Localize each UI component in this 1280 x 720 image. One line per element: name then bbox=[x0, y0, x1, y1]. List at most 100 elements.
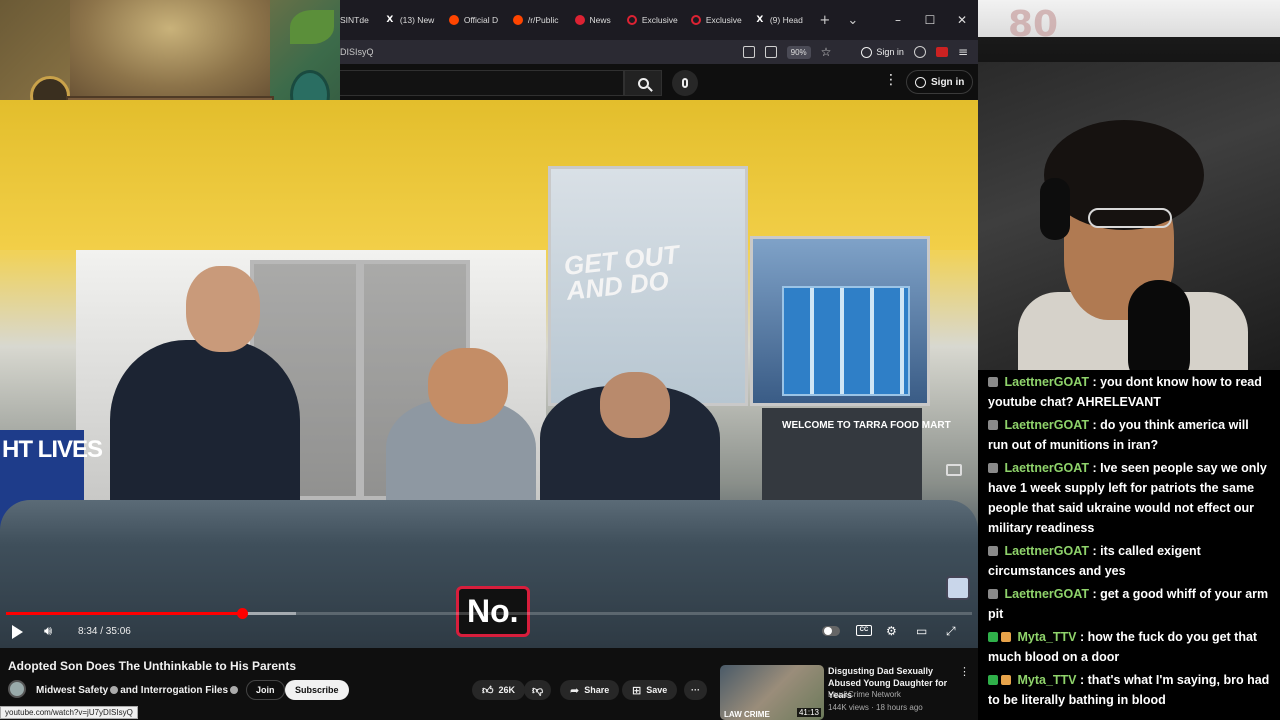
chat-message: LaettnerGOAT : Ive seen people say we on… bbox=[988, 458, 1270, 538]
minimize-icon[interactable]: – bbox=[882, 13, 914, 27]
extensions-icon[interactable] bbox=[913, 46, 926, 58]
player-controls: 🔊︎ 8:34 / 35:06 CC ⚙ ▭ ⤢ bbox=[0, 604, 978, 648]
browser-sign-in[interactable]: Sign in bbox=[861, 46, 904, 58]
new-tab-button[interactable]: + bbox=[811, 13, 839, 28]
microphone-icon bbox=[682, 78, 688, 88]
chat-message: Myta_TTV : how the fuck do you get that … bbox=[988, 627, 1270, 667]
settings-gear-icon[interactable]: ⚙ bbox=[886, 624, 897, 638]
maximize-icon[interactable]: ☐ bbox=[914, 13, 946, 27]
tab-label: Official D bbox=[463, 15, 499, 25]
bookmark-star-icon[interactable]: ☆ bbox=[821, 45, 832, 59]
autoplay-toggle[interactable] bbox=[822, 626, 840, 636]
browser-tab[interactable]: Exclusive bbox=[683, 5, 747, 35]
more-actions-button[interactable]: ··· bbox=[684, 680, 707, 700]
captions-icon[interactable]: CC bbox=[856, 625, 872, 636]
browser-tab[interactable]: X (13) New bbox=[377, 5, 441, 35]
more-options-icon[interactable]: ⋮ bbox=[959, 665, 970, 678]
channel-avatar[interactable] bbox=[8, 680, 26, 698]
chat-username[interactable]: LaettnerGOAT bbox=[1004, 375, 1089, 389]
chat-username[interactable]: LaettnerGOAT bbox=[1004, 461, 1089, 475]
browser-tab[interactable]: X (9) Head bbox=[747, 5, 811, 35]
video-info: Adopted Son Does The Unthinkable to His … bbox=[0, 648, 978, 720]
extension-badge-icon[interactable] bbox=[935, 47, 948, 57]
share-button[interactable]: ➦ Share bbox=[560, 680, 620, 700]
x-logo-icon: X bbox=[756, 15, 764, 25]
recommended-views: 144K views · 18 hours ago bbox=[828, 703, 923, 712]
chat-username[interactable]: LaettnerGOAT bbox=[1004, 587, 1089, 601]
browser-tab[interactable]: Official D bbox=[441, 5, 505, 35]
tab-list-button[interactable]: ⌄ bbox=[839, 13, 867, 28]
miniplayer-icon[interactable] bbox=[946, 464, 962, 476]
recommended-channel[interactable]: Law&Crime Network bbox=[828, 690, 901, 699]
channel-name-main: Midwest Safety bbox=[36, 685, 109, 696]
youtube-header: ⋮ Sign in bbox=[340, 64, 978, 100]
close-icon[interactable]: ✕ bbox=[946, 13, 978, 27]
progress-scrubber[interactable] bbox=[237, 608, 248, 619]
chat-panel: LaettnerGOAT : you dont know how to read… bbox=[978, 370, 1280, 720]
menu-icon[interactable]: ≡ bbox=[958, 45, 968, 59]
volume-icon[interactable]: 🔊︎ bbox=[44, 624, 52, 639]
thumbnail-logo: LAW CRIME bbox=[724, 709, 770, 719]
browser-tab[interactable]: /r/Public bbox=[505, 5, 567, 35]
chat-username[interactable]: Myta_TTV bbox=[1017, 630, 1076, 644]
video-scene-sign-text: WELCOME TO TARRA FOOD MART bbox=[782, 420, 951, 431]
window-controls: – ☐ ✕ bbox=[882, 0, 978, 40]
video-scene-display bbox=[782, 286, 910, 396]
chat-badge-icon bbox=[988, 675, 998, 685]
share-icon: ➦ bbox=[570, 683, 580, 697]
save-page-icon[interactable] bbox=[764, 46, 777, 58]
more-options-icon[interactable]: ⋮ bbox=[884, 72, 898, 88]
browser-tab[interactable]: News bbox=[567, 5, 619, 35]
dislike-button[interactable]: 👎︎ bbox=[524, 680, 552, 700]
fullscreen-icon[interactable]: ⤢ bbox=[946, 624, 956, 639]
loading-icon bbox=[626, 15, 637, 25]
youtube-sign-in-label: Sign in bbox=[931, 76, 965, 88]
browser-tab[interactable]: Exclusive bbox=[619, 5, 683, 35]
channel-name[interactable]: Midwest Safety and Interrogation Files bbox=[36, 685, 240, 696]
reddit-logo-icon bbox=[512, 15, 523, 25]
play-icon[interactable] bbox=[12, 625, 23, 639]
search-icon bbox=[637, 77, 649, 89]
youtube-sign-in-button[interactable]: Sign in bbox=[906, 70, 974, 94]
search-input[interactable] bbox=[340, 70, 624, 96]
headphones bbox=[1040, 178, 1070, 240]
channel-name-suffix: and Interrogation Files bbox=[120, 685, 229, 696]
zoom-level[interactable]: 90% bbox=[786, 45, 811, 59]
tab-label: Exclusive bbox=[705, 15, 742, 25]
channel-watermark[interactable] bbox=[946, 576, 970, 600]
chat-message: LaettnerGOAT : you dont know how to read… bbox=[988, 372, 1270, 412]
chat-username[interactable]: LaettnerGOAT bbox=[1004, 418, 1089, 432]
tab-label: (9) Head bbox=[769, 15, 803, 25]
overlay-decoration: 80 bbox=[1008, 4, 1059, 45]
subscribe-button[interactable]: Subscribe bbox=[285, 680, 349, 700]
save-icon: ⊞ bbox=[632, 683, 642, 697]
join-button[interactable]: Join bbox=[246, 680, 285, 700]
save-button[interactable]: ⊞ Save bbox=[622, 680, 678, 700]
chat-badge-icon bbox=[988, 377, 998, 387]
save-label: Save bbox=[646, 685, 668, 695]
picture-in-picture-icon[interactable] bbox=[742, 46, 755, 58]
theater-mode-icon[interactable]: ▭ bbox=[916, 624, 927, 638]
voice-search-button[interactable] bbox=[672, 70, 698, 96]
leaf-decoration bbox=[290, 10, 334, 44]
like-button[interactable]: 👍︎ 26K bbox=[472, 680, 526, 700]
browser-tab[interactable]: SINTde bbox=[340, 5, 377, 35]
account-icon bbox=[915, 76, 926, 88]
chat-username[interactable]: Myta_TTV bbox=[1017, 673, 1076, 687]
share-label: Share bbox=[584, 685, 610, 695]
thumbs-down-icon: 👎︎ bbox=[532, 683, 544, 697]
tab-label: News bbox=[589, 15, 611, 25]
video-player[interactable]: GET OUT AND DO HT LIVES WELCOME TO TARRA … bbox=[0, 100, 978, 648]
chat-username[interactable]: LaettnerGOAT bbox=[1004, 544, 1089, 558]
url-text[interactable]: DISIsyQ bbox=[340, 47, 743, 57]
game-board-top bbox=[70, 0, 270, 96]
loading-icon bbox=[690, 15, 701, 25]
recommended-thumbnail[interactable]: LAW CRIME 41:13 bbox=[720, 665, 824, 720]
screen: SINTde X (13) New Official D /r/Public Ne… bbox=[0, 0, 1280, 720]
youtube-logo-icon bbox=[574, 15, 585, 25]
search-button[interactable] bbox=[624, 70, 662, 96]
tab-label: /r/Public bbox=[527, 15, 559, 25]
video-scene-banner: GET OUT AND DO bbox=[562, 239, 681, 306]
webcam-feed bbox=[978, 62, 1280, 370]
browser-tab-bar: SINTde X (13) New Official D /r/Public Ne… bbox=[340, 0, 978, 40]
